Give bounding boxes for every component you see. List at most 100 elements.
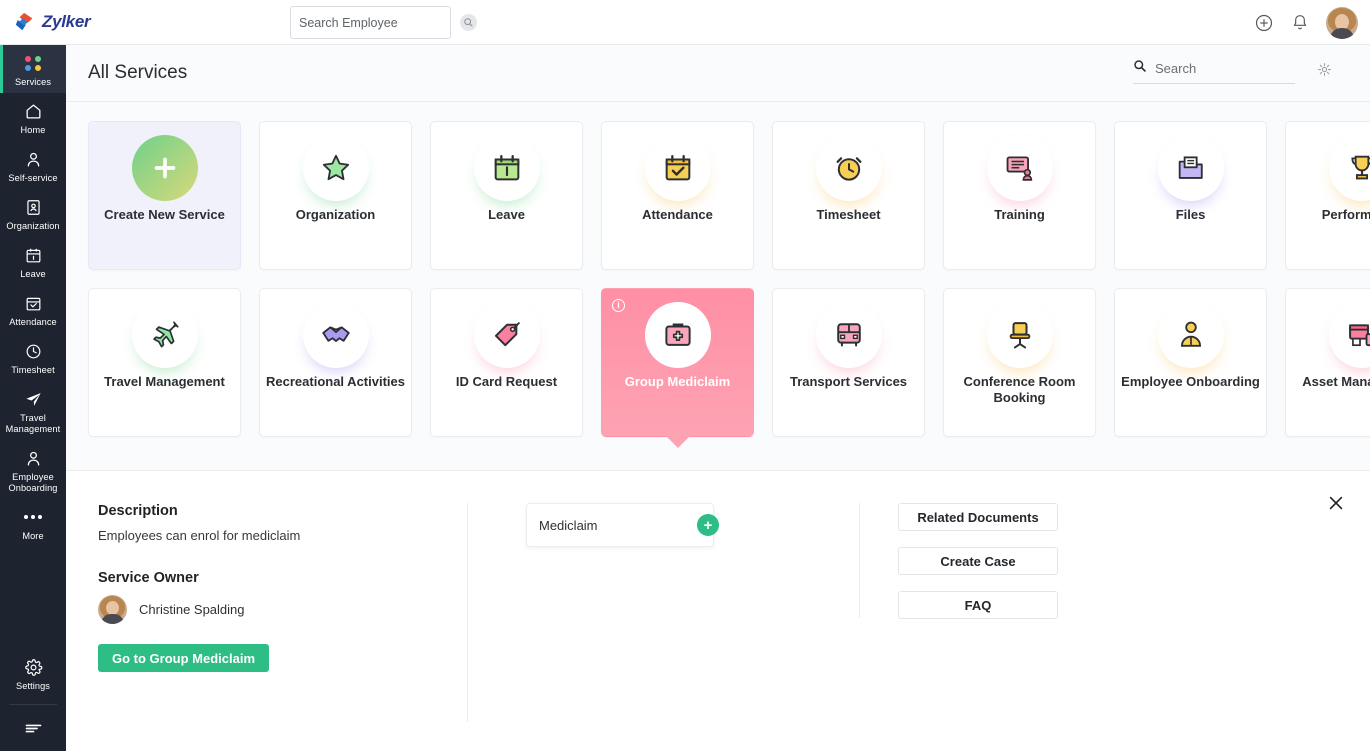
info-icon[interactable]: i xyxy=(612,299,625,312)
service-card-group-mediclaim[interactable]: i Group Mediclaim xyxy=(601,288,754,437)
close-icon[interactable] xyxy=(1326,493,1346,513)
sidebar-item-services[interactable]: Services xyxy=(0,45,66,93)
service-card-files[interactable]: Files xyxy=(1114,121,1267,270)
service-card-create-new-service[interactable]: Create New Service xyxy=(88,121,241,270)
sidebar-item-home[interactable]: Home xyxy=(0,93,66,141)
tags-column: Mediclaim + xyxy=(468,503,860,618)
sidebar-item-self-service[interactable]: Self-service xyxy=(0,141,66,189)
service-card-performance[interactable]: Performance xyxy=(1285,121,1370,270)
sidebar-item-travel-management[interactable]: Travel Management xyxy=(0,381,66,440)
airplane-icon xyxy=(148,318,182,352)
search-icon xyxy=(1133,59,1147,78)
medical-kit-icon xyxy=(661,318,695,352)
service-card-organization[interactable]: Organization xyxy=(259,121,412,270)
service-card-recreational-activities[interactable]: Recreational Activities xyxy=(259,288,412,437)
description-heading: Description xyxy=(98,503,467,519)
brand-logo[interactable]: Zylker xyxy=(14,11,214,33)
service-card-label: Conference Room Booking xyxy=(944,374,1095,406)
icon-container xyxy=(987,302,1053,368)
go-to-service-button[interactable]: Go to Group Mediclaim xyxy=(98,644,269,672)
sidebar-item-attendance[interactable]: Attendance xyxy=(0,285,66,333)
topbar-actions xyxy=(1254,0,1358,45)
sidebar-label: Travel Management xyxy=(2,413,64,435)
service-owner-heading: Service Owner xyxy=(98,570,467,586)
trophy-icon xyxy=(1345,151,1370,185)
service-card-employee-onboarding[interactable]: Employee Onboarding xyxy=(1114,288,1267,437)
person-tie-icon xyxy=(1174,318,1208,352)
sidebar-label: Settings xyxy=(16,681,50,692)
service-card-label: Organization xyxy=(290,207,381,223)
sidebar-label: More xyxy=(22,531,43,542)
service-card-timesheet[interactable]: Timesheet xyxy=(772,121,925,270)
icon-container xyxy=(1329,135,1370,201)
office-chair-icon xyxy=(1003,318,1037,352)
calendar-icon xyxy=(22,244,44,266)
service-card-label: Files xyxy=(1170,207,1212,223)
search-employee-input[interactable] xyxy=(299,16,460,30)
sidebar-label: Organization xyxy=(6,221,59,232)
folder-file-icon xyxy=(1174,151,1208,185)
service-card-label: Attendance xyxy=(636,207,719,223)
sidebar-label: Self-service xyxy=(8,173,57,184)
service-card-label: Asset Management xyxy=(1296,374,1370,390)
sidebar-item-leave[interactable]: Leave xyxy=(0,237,66,285)
service-card-label: Create New Service xyxy=(98,207,231,223)
service-card-label: Timesheet xyxy=(810,207,886,223)
related-documents-button[interactable]: Related Documents xyxy=(898,503,1058,531)
plus-icon[interactable]: + xyxy=(697,514,719,536)
search-icon[interactable] xyxy=(460,14,477,31)
faq-button[interactable]: FAQ xyxy=(898,591,1058,619)
service-card-id-card-request[interactable]: ID Card Request xyxy=(430,288,583,437)
user-avatar xyxy=(98,595,127,624)
sidebar-item-timesheet[interactable]: Timesheet xyxy=(0,333,66,381)
sidebar-item-employee-onboarding[interactable]: Employee Onboarding xyxy=(0,440,66,499)
service-card-attendance[interactable]: Attendance xyxy=(601,121,754,270)
calendar-check-icon xyxy=(22,292,44,314)
home-icon xyxy=(22,100,44,122)
create-case-button[interactable]: Create Case xyxy=(898,547,1058,575)
sidebar-bottom: Settings xyxy=(0,649,66,751)
service-card-label: Travel Management xyxy=(98,374,231,390)
star-icon xyxy=(319,151,353,185)
service-card-travel-management[interactable]: Travel Management xyxy=(88,288,241,437)
plus-circle-icon[interactable] xyxy=(1254,13,1274,33)
bus-icon xyxy=(832,318,866,352)
paper-plane-icon xyxy=(22,388,44,410)
user-avatar[interactable] xyxy=(1326,7,1358,39)
person-icon xyxy=(22,148,44,170)
icon-container xyxy=(816,135,882,201)
sidebar-collapse-toggle[interactable] xyxy=(0,709,66,751)
sidebar-divider xyxy=(9,704,57,705)
sidebar-label: Attendance xyxy=(9,317,57,328)
sidebar-label: Services xyxy=(15,77,51,88)
gear-icon[interactable] xyxy=(1317,62,1332,77)
services-grid: Create New Service Organization xyxy=(66,102,1348,437)
service-card-conference-room-booking[interactable]: Conference Room Booking xyxy=(943,288,1096,437)
sidebar: Services Home Self-service xyxy=(0,45,66,751)
service-card-leave[interactable]: Leave xyxy=(430,121,583,270)
sidebar-item-settings[interactable]: Settings xyxy=(0,649,66,700)
icon-container xyxy=(816,302,882,368)
mediclaim-tag-chip[interactable]: Mediclaim + xyxy=(526,503,714,547)
page-title: All Services xyxy=(88,62,187,84)
sidebar-item-organization[interactable]: Organization xyxy=(0,189,66,237)
icon-container xyxy=(303,135,369,201)
contact-book-icon xyxy=(22,196,44,218)
service-owner-name: Christine Spalding xyxy=(139,602,245,617)
employee-search[interactable] xyxy=(290,6,451,39)
bell-icon[interactable] xyxy=(1290,13,1310,33)
service-card-label: Training xyxy=(988,207,1051,223)
services-search[interactable] xyxy=(1133,59,1295,84)
gear-icon xyxy=(22,656,44,678)
sidebar-item-more[interactable]: More xyxy=(0,499,66,547)
sidebar-label: Timesheet xyxy=(11,365,54,376)
services-search-input[interactable] xyxy=(1155,61,1331,76)
alarm-clock-icon xyxy=(832,151,866,185)
icon-container xyxy=(132,302,198,368)
service-card-transport-services[interactable]: Transport Services xyxy=(772,288,925,437)
assets-icon xyxy=(1345,318,1370,352)
main-content: All Services xyxy=(66,45,1370,751)
service-card-training[interactable]: Training xyxy=(943,121,1096,270)
sidebar-label: Employee Onboarding xyxy=(2,472,64,494)
service-card-asset-management[interactable]: Asset Management xyxy=(1285,288,1370,437)
